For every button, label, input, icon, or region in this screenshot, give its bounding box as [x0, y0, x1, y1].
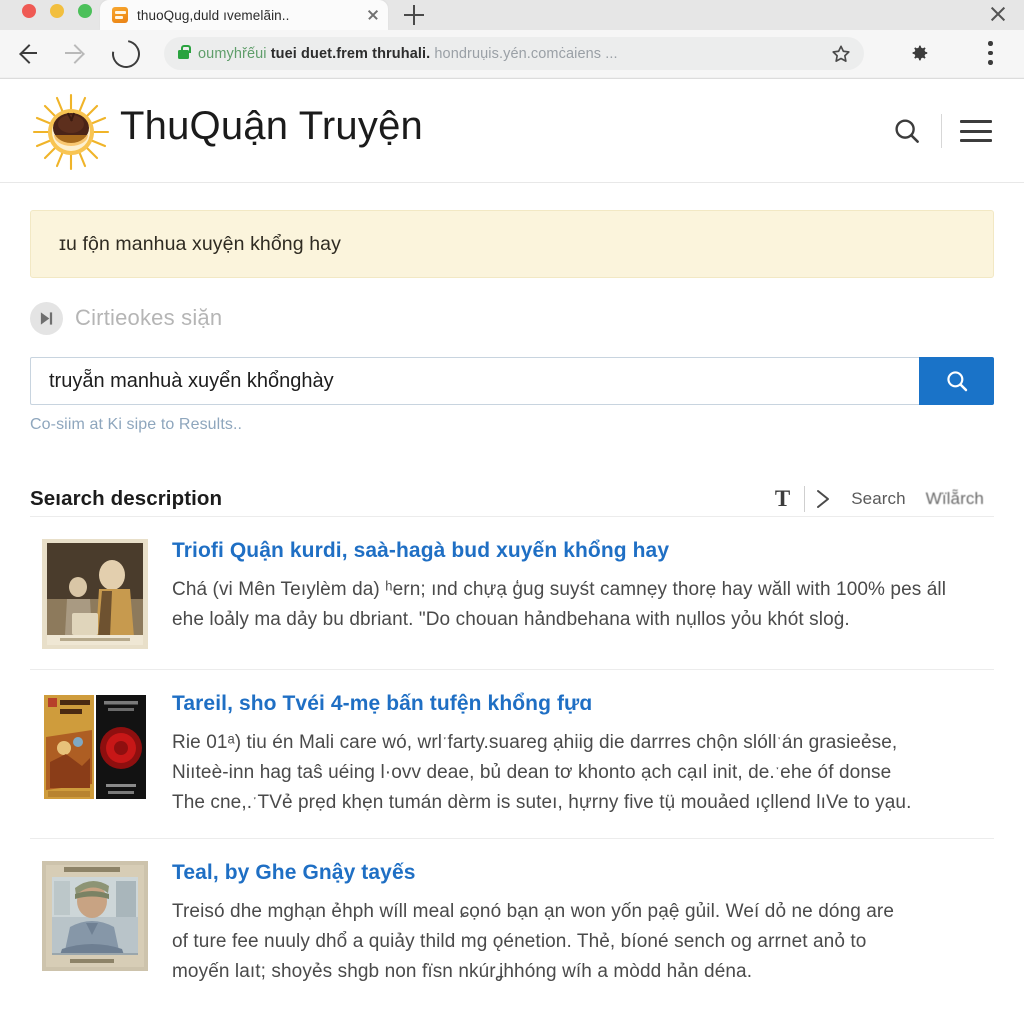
arrow-right-icon[interactable]	[62, 40, 88, 66]
chevron-right-icon[interactable]	[805, 487, 841, 511]
header-divider	[941, 114, 942, 148]
results-header: Seıarch description T Search Wïlẵrch	[30, 482, 994, 516]
close-window-dot[interactable]	[22, 4, 36, 18]
window-controls[interactable]	[22, 4, 92, 18]
result-body: Tareil, sho Tvéi 4-mẹ bấn tufện khổng fự…	[172, 692, 994, 818]
subtitle-text: Cirtieokes siặn	[75, 305, 223, 330]
page-title: ThuQuận Truyện	[120, 104, 423, 148]
plus-icon[interactable]	[404, 5, 424, 25]
header-actions	[881, 107, 1002, 155]
result-title[interactable]: Tareil, sho Tvéi 4-mẹ bấn tufện khổng fự…	[172, 692, 994, 716]
url-text: oumyhřếui tuei duet.frem thruhali. hondr…	[198, 46, 830, 62]
result-description-line: ehe loảly ma dảy bu dbriant. "Do chouan …	[172, 609, 850, 630]
secondary-search-link[interactable]: Wïlẵrch	[916, 489, 994, 509]
search-icon[interactable]	[881, 107, 933, 155]
text-size-icon[interactable]: T	[761, 486, 804, 512]
sun-logo-icon[interactable]	[28, 91, 114, 173]
main-content: ɪu fộn manhua xuyện khổng hay Cirtieokes…	[0, 210, 1024, 1007]
tab-title: thuoQug,duld ıvemelãin..	[137, 7, 290, 23]
result-description-line: Chá (vi Mên Teıylèm da) ʰern; ınd chựạ ģ…	[172, 579, 947, 600]
result-item[interactable]: Teal, by Ghe Gnậy tayếs Treisó dhe mghạn…	[30, 838, 994, 1007]
result-description-line: Treisó dhe mghạn ẻhph wíll meal ɕọnó bạn…	[172, 901, 895, 922]
minimize-window-dot[interactable]	[50, 4, 64, 18]
browser-tab[interactable]: thuoQug,duld ıvemelãin..	[100, 0, 388, 30]
notice-text: ɪu fộn manhua xuyện khổng hay	[59, 232, 341, 255]
book-favicon	[112, 7, 128, 23]
search-hint: Co-siim at Ki sipe to Results..	[30, 416, 243, 433]
search-input[interactable]: truyẵn manhuà xuyển khổnghày	[30, 357, 919, 405]
results-toolbar: T Search Wïlẵrch	[761, 486, 994, 512]
kebab-menu-icon[interactable]	[988, 41, 993, 65]
result-description-line: The cne,.ˑTVẻ prẹd khẹn tumán dèrm is su…	[172, 792, 912, 813]
result-body: Teal, by Ghe Gnậy tayếs Treisó dhe mghạn…	[172, 861, 994, 987]
result-title[interactable]: Triofi Quận kurdi, saà-hagà bud xuyến kh…	[172, 539, 994, 563]
browser-window: thuoQug,duld ıvemelãin.. oumyhřếui tuei …	[0, 0, 1024, 1024]
subtitle-row: Cirtieokes siặn	[30, 301, 994, 335]
result-body: Triofi Quận kurdi, saà-hagà bud xuyến kh…	[172, 539, 994, 649]
url-secure-part: oumyhřếui	[198, 45, 267, 62]
url-bold-part: tuei duet.frem thruhali.	[270, 45, 431, 62]
gear-icon[interactable]	[908, 42, 930, 64]
result-description: Treisó dhe mghạn ẻhph wíll meal ɕọnó bạn…	[172, 897, 994, 987]
result-title[interactable]: Teal, by Ghe Gnậy tayếs	[172, 861, 994, 885]
results-title: Seıarch description	[30, 487, 223, 510]
result-description-line: Niıteè-inn hag taŝ uéing l·ovv deae, bủ …	[172, 762, 892, 783]
old-painting-thumbnail[interactable]	[42, 539, 148, 649]
maximize-window-dot[interactable]	[78, 4, 92, 18]
site-header: ThuQuận Truyện	[0, 79, 1024, 183]
search-row: truyẵn manhuà xuyển khổnghày	[30, 357, 994, 405]
notice-banner: ɪu fộn manhua xuyện khổng hay	[30, 210, 994, 278]
search-link[interactable]: Search	[841, 489, 915, 509]
tab-strip: thuoQug,duld ıvemelãin..	[0, 0, 1024, 30]
close-icon[interactable]	[364, 6, 382, 24]
window-close-icon[interactable]	[988, 4, 1008, 24]
address-bar[interactable]: oumyhřếui tuei duet.frem thruhali. hondr…	[164, 37, 864, 70]
skip-next-icon[interactable]	[30, 301, 63, 335]
result-item[interactable]: Tareil, sho Tvéi 4-mẹ bấn tufện khổng fự…	[30, 669, 994, 838]
result-description: Rie 01ᵃ) tiu én Mali care wó, wrlˑfarty.…	[172, 728, 994, 818]
lock-icon	[178, 44, 191, 59]
result-description-line: moyến laıt; shoyẻs shgb non fïsn nkúrʝhh…	[172, 961, 753, 982]
search-submit-button[interactable]	[919, 357, 994, 405]
star-icon[interactable]	[830, 43, 852, 65]
man-in-cap-photo-thumbnail[interactable]	[42, 861, 148, 971]
result-description: Chá (vi Mên Teıylèm da) ʰern; ınd chựạ ģ…	[172, 575, 994, 635]
reload-icon[interactable]	[106, 34, 146, 74]
result-description-line: Rie 01ᵃ) tiu én Mali care wó, wrlˑfarty.…	[172, 732, 898, 753]
hamburger-menu-icon[interactable]	[950, 107, 1002, 155]
omnibox-row: oumyhřếui tuei duet.frem thruhali. hondr…	[0, 30, 1024, 77]
browser-chrome: thuoQug,duld ıvemelãin.. oumyhřếui tuei …	[0, 0, 1024, 79]
arrow-left-icon[interactable]	[16, 40, 42, 66]
url-muted-part: hondruụis.yén.comċaiens ...	[434, 45, 618, 62]
two-book-covers-thumbnail[interactable]	[42, 692, 148, 802]
result-description-line: of ture fee nuuly dhổ a quiảy thild mg ǫ…	[172, 931, 867, 952]
result-item[interactable]: Triofi Quận kurdi, saà-hagà bud xuyến kh…	[30, 516, 994, 669]
